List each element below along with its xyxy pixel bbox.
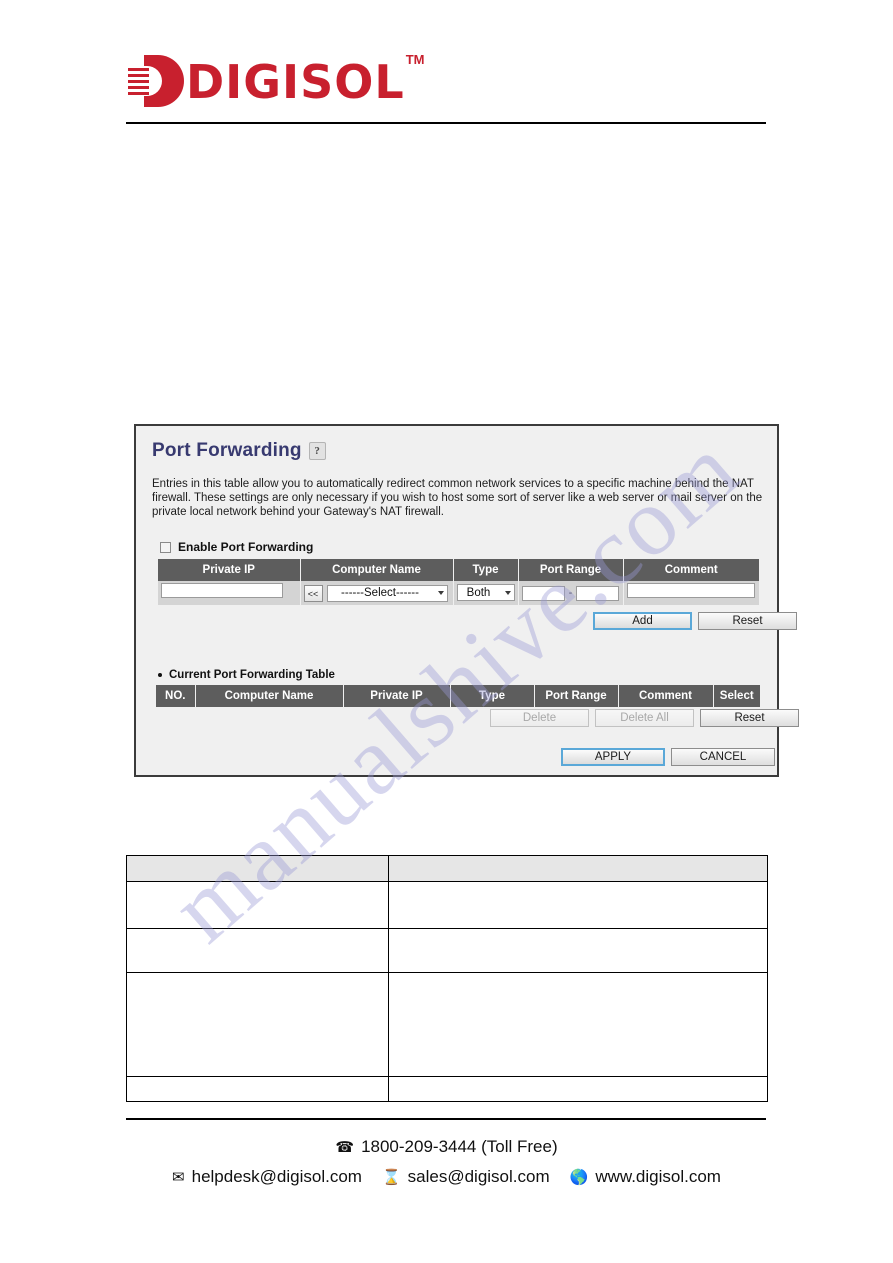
table-row [126,1076,768,1102]
port-forwarding-panel: Port Forwarding ? Entries in this table … [134,424,799,777]
document-page: DIGISOL TM Port Forwarding ? Entries in … [0,0,893,1263]
panel-title: Port Forwarding ? [152,440,326,462]
panel-description: Entries in this table allow you to autom… [152,478,763,519]
footer-phone-text: 1800-209-3444 (Toll Free) [361,1137,558,1156]
entry-reset-button[interactable]: Reset [698,612,797,630]
panel-title-text: Port Forwarding [152,440,302,461]
doc-cell-left [126,928,389,973]
port-range-end-input[interactable] [576,585,620,601]
table-row [126,928,768,973]
doc-cell-left [126,972,389,1077]
table-row [126,881,768,929]
footer-helpdesk-email: helpdesk@digisol.com [191,1167,362,1186]
entry-action-buttons: Add Reset [593,612,797,630]
col-header-computer-name: Computer Name [195,685,344,707]
enable-port-forwarding-row[interactable]: Enable Port Forwarding [160,540,313,554]
footer-contact-line: ✉ helpdesk@digisol.com ⌛ sales@digisol.c… [126,1167,767,1187]
current-table-header-row: NO. Computer Name Private IP Type Port R… [156,685,760,707]
apply-button[interactable]: APPLY [561,748,665,766]
col-header-type: Type [450,685,535,707]
col-header-computer-name: Computer Name [300,559,454,581]
enable-port-forwarding-label: Enable Port Forwarding [178,540,314,554]
cancel-button[interactable]: CANCEL [671,748,775,766]
doc-cell-left [126,1076,389,1102]
col-header-port-range: Port Range [534,685,619,707]
col-header-type: Type [453,559,519,581]
col-header-comment: Comment [623,559,759,581]
chevron-down-icon [437,591,444,595]
doc-cell-right [388,881,768,929]
doc-cell-right [388,855,768,882]
parameter-description-table [126,855,768,1102]
current-table-heading: Current Port Forwarding Table [158,669,335,681]
hourglass-icon: ⌛ [381,1168,401,1186]
footer-phone-line: ☎ 1800-209-3444 (Toll Free) [126,1137,767,1157]
panel-footer-buttons: APPLY CANCEL [561,748,775,766]
add-button[interactable]: Add [593,612,692,630]
phone-icon: ☎ [335,1138,355,1156]
globe-icon: 🌎 [569,1168,589,1186]
private-ip-input[interactable] [161,583,283,598]
delete-all-button[interactable]: Delete All [595,709,694,727]
port-range-separator: - [568,587,573,599]
trademark-symbol: TM [405,51,425,67]
current-port-forwarding-table: NO. Computer Name Private IP Type Port R… [156,685,760,707]
col-header-private-ip: Private IP [343,685,451,707]
delete-button[interactable]: Delete [490,709,589,727]
doc-cell-left [126,881,389,929]
help-icon[interactable]: ? [308,442,326,460]
footer-sales: ⌛ sales@digisol.com [382,1167,550,1187]
col-header-no: NO. [156,685,196,707]
port-forwarding-entry-table: Private IP Computer Name Type Port Range… [158,559,759,605]
page-footer: ☎ 1800-209-3444 (Toll Free) ✉ helpdesk@d… [126,1137,767,1187]
doc-cell-left [126,855,389,882]
col-header-port-range: Port Range [518,559,624,581]
col-header-comment: Comment [618,685,714,707]
computer-name-picker-button[interactable]: << [303,584,323,602]
port-range-start-input[interactable] [521,585,565,601]
entry-table-input-row: << ------Select------ Both - [158,581,759,605]
doc-cell-right [388,928,768,973]
computer-name-select-value: ------Select------ [341,587,419,599]
bullet-icon [158,673,162,677]
table-row [126,972,768,1077]
col-header-select: Select [713,685,760,707]
computer-name-select[interactable]: ------Select------ [326,584,448,602]
footer-helpdesk: ✉ helpdesk@digisol.com [172,1167,362,1187]
doc-cell-right [388,972,768,1077]
brand-wordmark: DIGISOL [186,55,405,109]
mail-icon: ✉ [172,1168,185,1186]
doc-cell-right [388,1076,768,1102]
entry-table-header-row: Private IP Computer Name Type Port Range… [158,559,759,581]
digisol-logo-mark-icon [128,55,184,107]
table-row [126,855,768,882]
footer-website: 🌎 www.digisol.com [570,1167,721,1187]
footer-website-url: www.digisol.com [595,1167,721,1186]
footer-sales-email: sales@digisol.com [407,1167,550,1186]
col-header-private-ip: Private IP [158,559,301,581]
current-table-heading-text: Current Port Forwarding Table [169,669,335,681]
current-reset-button[interactable]: Reset [700,709,799,727]
enable-port-forwarding-checkbox[interactable] [160,541,171,553]
footer-divider [126,1118,766,1120]
type-select[interactable]: Both [456,584,515,602]
header-divider [126,122,766,124]
current-table-action-buttons: Delete Delete All Reset [490,709,799,727]
chevron-down-icon [504,590,511,595]
comment-input[interactable] [626,583,755,598]
digisol-logo: DIGISOL TM [128,51,425,110]
type-select-value: Both [466,586,491,599]
